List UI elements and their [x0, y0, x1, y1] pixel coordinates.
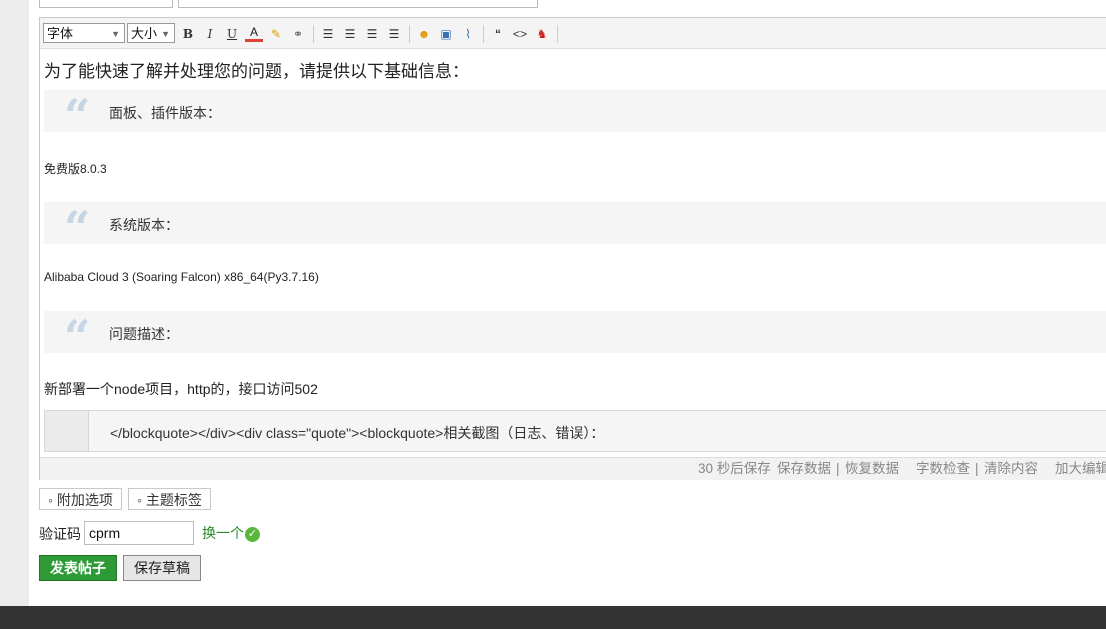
quote-label: 系统版本： [109, 217, 179, 233]
captcha-label: 验证码 [39, 526, 81, 542]
statusbar-separator: | [975, 461, 979, 476]
toolbar-divider [409, 25, 410, 43]
toolbar-divider [557, 25, 558, 43]
left-sidebar-strip [0, 0, 29, 606]
chevron-down-icon: ▼ [161, 29, 170, 39]
underline-icon[interactable]: U [223, 25, 241, 43]
quote-label: 面板、插件版本： [109, 105, 221, 121]
quote-block: “ 系统版本： [44, 202, 1106, 251]
font-size-select[interactable]: 大小 ▼ [127, 23, 175, 43]
save-draft-button[interactable]: 保存草稿 [123, 555, 201, 581]
align-center-icon[interactable]: ☰ [341, 25, 359, 43]
extra-options-button[interactable]: ◦ 附加选项 [39, 488, 122, 510]
quote-icon[interactable]: “ [489, 25, 507, 43]
toolbar-divider [483, 25, 484, 43]
top-field-2[interactable] [178, 0, 538, 8]
qq-icon[interactable]: ♞ [533, 25, 551, 43]
clear-content-link[interactable]: 清除内容 [984, 458, 1038, 480]
quote-mark-icon: “ [64, 89, 91, 143]
bold-icon[interactable]: B [179, 25, 197, 43]
font-size-select-label: 大小 [131, 26, 158, 41]
autosave-countdown: 30 秒后保存 [698, 461, 771, 476]
raw-blockquote: </blockquote></div><div class="quote"><b… [44, 410, 1106, 452]
code-icon[interactable]: <> [511, 25, 529, 43]
emoji-icon[interactable]: ☻ [415, 25, 433, 43]
save-data-link[interactable]: 保存数据 [777, 458, 831, 480]
align-left-icon[interactable]: ☰ [319, 25, 337, 43]
system-version-value: Alibaba Cloud 3 (Soaring Falcon) x86_64(… [44, 270, 319, 284]
captcha-change-label: 换一个 [202, 525, 244, 541]
page-footer [0, 606, 1106, 629]
top-field-1[interactable] [39, 0, 173, 8]
restore-data-link[interactable]: 恢复数据 [845, 458, 899, 480]
quote-block: “ 问题描述： [44, 311, 1106, 360]
captcha-change-link[interactable]: 换一个 ✓ [202, 523, 260, 543]
top-cut-fields [0, 0, 1106, 8]
rich-text-editor: 字体 ▼ 大小 ▼ B I U A ✎ ⚭ ☰ ☰ ☰ ☰ ☻ ▣ ⌇ “ <>… [39, 17, 1106, 480]
statusbar-separator: | [836, 461, 840, 476]
blockquote-bar [45, 411, 89, 451]
quote-mark-icon: “ [64, 310, 91, 364]
editor-statusbar: 30 秒后保存 保存数据 | 恢复数据 字数检查 | 清除内容 加大编辑 [40, 457, 1106, 480]
align-right-icon[interactable]: ☰ [385, 25, 403, 43]
intro-text: 为了能快速了解并处理您的问题，请提供以下基础信息： [44, 62, 469, 81]
panel-version-value: 免费版8.0.3 [44, 162, 107, 176]
captcha-input[interactable] [84, 521, 194, 545]
align-justify-icon[interactable]: ☰ [363, 25, 381, 43]
chevron-down-icon: ▼ [111, 29, 120, 39]
toolbar-divider [313, 25, 314, 43]
quote-label: 问题描述： [109, 326, 179, 342]
section-value: 免费版8.0.3 [44, 160, 107, 177]
italic-icon[interactable]: I [201, 25, 219, 43]
submit-post-button[interactable]: 发表帖子 [39, 555, 117, 581]
enlarge-editor-link[interactable]: 加大编辑 [1055, 458, 1106, 480]
highlight-icon[interactable]: ✎ [267, 25, 285, 43]
image-icon[interactable]: ▣ [437, 25, 455, 43]
word-check-link[interactable]: 字数检查 [916, 458, 970, 480]
topic-tags-button[interactable]: ◦ 主题标签 [128, 488, 211, 510]
quote-block: “ 面板、插件版本： [44, 90, 1106, 139]
raw-blockquote-text: </blockquote></div><div class="quote"><b… [110, 425, 605, 441]
link-icon[interactable]: ⚭ [289, 25, 307, 43]
editor-toolbar: 字体 ▼ 大小 ▼ B I U A ✎ ⚭ ☰ ☰ ☰ ☰ ☻ ▣ ⌇ “ <>… [40, 18, 1106, 49]
problem-description-value: 新部署一个node项目，http的，接口访问502 [44, 381, 318, 397]
quote-mark-icon: “ [64, 201, 91, 255]
font-color-icon[interactable]: A [245, 25, 263, 42]
check-icon: ✓ [245, 526, 260, 542]
font-family-select-label: 字体 [47, 26, 74, 41]
font-family-select[interactable]: 字体 ▼ [43, 23, 125, 43]
attachment-icon[interactable]: ⌇ [459, 25, 477, 43]
